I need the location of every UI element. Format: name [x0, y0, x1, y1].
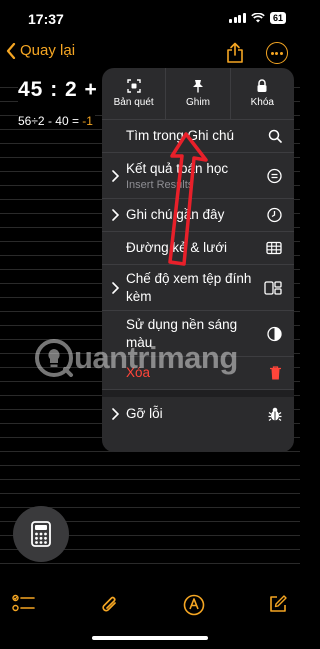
- paperclip-icon[interactable]: [100, 594, 120, 616]
- pin-icon: [192, 80, 203, 93]
- pin-button[interactable]: Ghim: [165, 68, 229, 119]
- status-bar: 17:37 61: [0, 0, 300, 36]
- menu-item-label: Gỡ lỗi: [126, 405, 163, 421]
- note-math-line[interactable]: 56÷2 - 40 = -1: [18, 114, 95, 128]
- bug-icon: [268, 407, 282, 421]
- nav-bar: Quay lại: [0, 38, 300, 68]
- battery-icon: 61: [269, 12, 286, 24]
- scan-button[interactable]: Bản quét: [102, 68, 165, 119]
- lock-label: Khóa: [250, 97, 274, 108]
- menu-item-label: Chế độ xem tệp đính kèm: [126, 270, 252, 304]
- math-expression: 56÷2 - 40 =: [18, 114, 83, 128]
- chevron-right-icon: [112, 407, 119, 420]
- trash-icon: [270, 366, 281, 380]
- contrast-icon: [267, 326, 282, 341]
- watermark: uantrimang: [34, 338, 238, 378]
- chevron-right-icon: [112, 169, 119, 182]
- pin-label: Ghim: [186, 97, 210, 108]
- wifi-icon: [251, 13, 265, 23]
- lock-button[interactable]: Khóa: [229, 68, 294, 119]
- cellular-signal-icon: [229, 13, 246, 23]
- share-icon[interactable]: [226, 42, 244, 64]
- chevron-left-icon: [6, 42, 16, 59]
- status-indicators: 61: [229, 12, 286, 24]
- menu-item-debug[interactable]: Gỡ lỗi: [102, 397, 294, 430]
- menu-separator: [102, 390, 294, 397]
- quick-actions-row: Bản quét Ghim Khóa: [102, 68, 294, 120]
- menu-item-attachment-view[interactable]: Chế độ xem tệp đính kèm: [102, 265, 294, 311]
- equals-circle-icon: [267, 168, 282, 183]
- watermark-text: uantrimang: [74, 340, 238, 375]
- lightbulb-logo-icon: [35, 339, 73, 377]
- more-options-button[interactable]: [266, 42, 288, 64]
- search-icon: [268, 129, 282, 143]
- annotation-arrow-icon: [168, 132, 208, 266]
- markup-pen-icon[interactable]: [183, 594, 205, 616]
- back-label: Quay lại: [20, 42, 76, 59]
- calculator-button[interactable]: [13, 506, 69, 562]
- status-time: 17:37: [28, 11, 64, 27]
- back-button[interactable]: Quay lại: [6, 42, 75, 59]
- checklist-icon[interactable]: [12, 594, 36, 614]
- chevron-right-icon: [112, 281, 119, 294]
- compose-icon[interactable]: [268, 594, 288, 614]
- math-result: -1: [82, 114, 93, 128]
- home-indicator: [92, 636, 208, 640]
- attachment-view-icon: [264, 280, 282, 295]
- grid-icon: [266, 241, 282, 255]
- lock-icon: [257, 79, 267, 92]
- clock-icon: [267, 207, 282, 223]
- scan-icon: [126, 79, 141, 93]
- scan-label: Bản quét: [113, 97, 154, 108]
- calculator-icon: [31, 521, 51, 547]
- bottom-toolbar: [0, 592, 300, 620]
- chevron-right-icon: [112, 209, 119, 221]
